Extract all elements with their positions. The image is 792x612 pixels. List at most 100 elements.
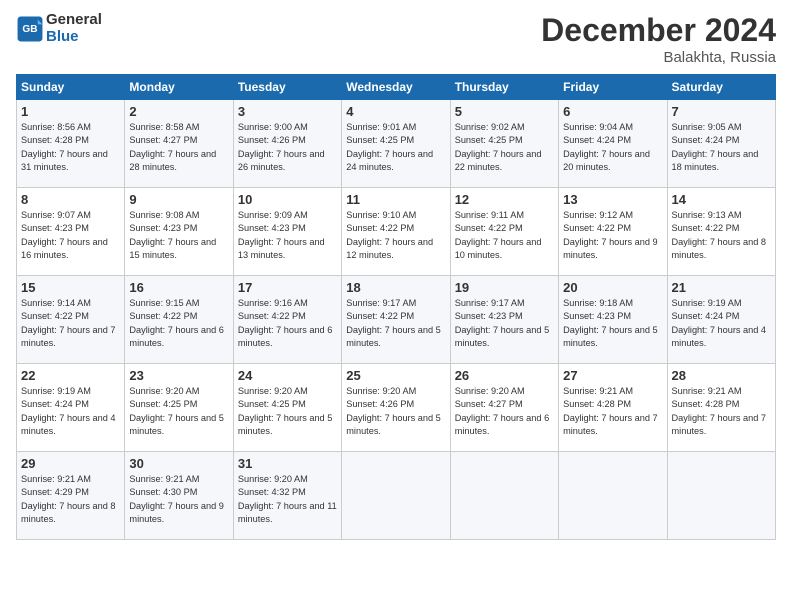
day-number: 8 (21, 192, 120, 207)
day-info: Sunrise: 9:20 AMSunset: 4:32 PMDaylight:… (238, 474, 337, 524)
month-title: December 2024 (541, 12, 776, 49)
day-cell: 25 Sunrise: 9:20 AMSunset: 4:26 PMDayligh… (342, 364, 450, 452)
day-info: Sunrise: 9:16 AMSunset: 4:22 PMDaylight:… (238, 298, 333, 348)
day-cell (450, 452, 558, 540)
day-cell: 29 Sunrise: 9:21 AMSunset: 4:29 PMDayligh… (17, 452, 125, 540)
day-info: Sunrise: 9:00 AMSunset: 4:26 PMDaylight:… (238, 122, 325, 172)
day-cell: 9 Sunrise: 9:08 AMSunset: 4:23 PMDaylight… (125, 188, 233, 276)
day-cell (667, 452, 775, 540)
day-cell: 1 Sunrise: 8:56 AMSunset: 4:28 PMDaylight… (17, 100, 125, 188)
day-info: Sunrise: 9:02 AMSunset: 4:25 PMDaylight:… (455, 122, 542, 172)
day-cell: 15 Sunrise: 9:14 AMSunset: 4:22 PMDayligh… (17, 276, 125, 364)
day-cell (559, 452, 667, 540)
day-info: Sunrise: 9:20 AMSunset: 4:25 PMDaylight:… (238, 386, 333, 436)
day-cell: 18Sunrise: 9:17 AMSunset: 4:22 PMDayligh… (342, 276, 450, 364)
logo-general: General (46, 12, 102, 29)
day-cell: 4 Sunrise: 9:01 AMSunset: 4:25 PMDaylight… (342, 100, 450, 188)
logo: GB General Blue (16, 12, 102, 45)
calendar-page: GB General Blue December 2024 Balakhta, … (0, 0, 792, 612)
day-info: Sunrise: 9:01 AMSunset: 4:25 PMDaylight:… (346, 122, 433, 172)
day-info: Sunrise: 9:20 AMSunset: 4:27 PMDaylight:… (455, 386, 550, 436)
col-monday: Monday (125, 75, 233, 100)
day-number: 23 (129, 368, 228, 383)
day-number: 2 (129, 104, 228, 119)
day-cell: 7Sunrise: 9:05 AMSunset: 4:24 PMDaylight… (667, 100, 775, 188)
day-number: 1 (21, 104, 120, 119)
day-cell: 28Sunrise: 9:21 AMSunset: 4:28 PMDayligh… (667, 364, 775, 452)
location: Balakhta, Russia (541, 49, 776, 66)
day-number: 9 (129, 192, 228, 207)
day-cell: 11Sunrise: 9:10 AMSunset: 4:22 PMDayligh… (342, 188, 450, 276)
day-cell: 27Sunrise: 9:21 AMSunset: 4:28 PMDayligh… (559, 364, 667, 452)
day-info: Sunrise: 9:21 AMSunset: 4:29 PMDaylight:… (21, 474, 116, 524)
day-number: 13 (563, 192, 662, 207)
day-info: Sunrise: 9:19 AMSunset: 4:24 PMDaylight:… (672, 298, 767, 348)
day-number: 26 (455, 368, 554, 383)
day-cell: 6 Sunrise: 9:04 AMSunset: 4:24 PMDaylight… (559, 100, 667, 188)
day-number: 7 (672, 104, 771, 119)
day-cell (342, 452, 450, 540)
logo-icon: GB (16, 15, 44, 43)
day-cell: 30 Sunrise: 9:21 AMSunset: 4:30 PMDayligh… (125, 452, 233, 540)
day-cell: 3Sunrise: 9:00 AMSunset: 4:26 PMDaylight… (233, 100, 341, 188)
day-number: 4 (346, 104, 445, 119)
day-cell: 24Sunrise: 9:20 AMSunset: 4:25 PMDayligh… (233, 364, 341, 452)
day-info: Sunrise: 9:07 AMSunset: 4:23 PMDaylight:… (21, 210, 108, 260)
day-info: Sunrise: 9:14 AMSunset: 4:22 PMDaylight:… (21, 298, 116, 348)
col-thursday: Thursday (450, 75, 558, 100)
day-info: Sunrise: 9:20 AMSunset: 4:26 PMDaylight:… (346, 386, 441, 436)
day-info: Sunrise: 9:21 AMSunset: 4:28 PMDaylight:… (672, 386, 767, 436)
day-info: Sunrise: 9:04 AMSunset: 4:24 PMDaylight:… (563, 122, 650, 172)
day-number: 19 (455, 280, 554, 295)
day-cell: 8 Sunrise: 9:07 AMSunset: 4:23 PMDaylight… (17, 188, 125, 276)
day-info: Sunrise: 9:10 AMSunset: 4:22 PMDaylight:… (346, 210, 433, 260)
day-number: 12 (455, 192, 554, 207)
logo-blue: Blue (46, 29, 102, 46)
day-info: Sunrise: 8:56 AMSunset: 4:28 PMDaylight:… (21, 122, 108, 172)
day-number: 6 (563, 104, 662, 119)
col-tuesday: Tuesday (233, 75, 341, 100)
day-number: 10 (238, 192, 337, 207)
day-cell: 10Sunrise: 9:09 AMSunset: 4:23 PMDayligh… (233, 188, 341, 276)
day-cell: 17 Sunrise: 9:16 AMSunset: 4:22 PMDayligh… (233, 276, 341, 364)
day-cell: 14 Sunrise: 9:13 AMSunset: 4:22 PMDayligh… (667, 188, 775, 276)
svg-text:GB: GB (22, 24, 37, 35)
day-cell: 21 Sunrise: 9:19 AMSunset: 4:24 PMDayligh… (667, 276, 775, 364)
day-number: 17 (238, 280, 337, 295)
week-row-1: 1 Sunrise: 8:56 AMSunset: 4:28 PMDaylight… (17, 100, 776, 188)
day-number: 29 (21, 456, 120, 471)
week-row-3: 15 Sunrise: 9:14 AMSunset: 4:22 PMDayligh… (17, 276, 776, 364)
day-number: 25 (346, 368, 445, 383)
day-cell: 5Sunrise: 9:02 AMSunset: 4:25 PMDaylight… (450, 100, 558, 188)
header: GB General Blue December 2024 Balakhta, … (16, 12, 776, 66)
day-info: Sunrise: 9:08 AMSunset: 4:23 PMDaylight:… (129, 210, 216, 260)
day-cell: 26 Sunrise: 9:20 AMSunset: 4:27 PMDayligh… (450, 364, 558, 452)
day-number: 20 (563, 280, 662, 295)
day-number: 31 (238, 456, 337, 471)
day-number: 16 (129, 280, 228, 295)
week-row-5: 29 Sunrise: 9:21 AMSunset: 4:29 PMDayligh… (17, 452, 776, 540)
day-info: Sunrise: 9:19 AMSunset: 4:24 PMDaylight:… (21, 386, 116, 436)
day-info: Sunrise: 9:20 AMSunset: 4:25 PMDaylight:… (129, 386, 224, 436)
col-sunday: Sunday (17, 75, 125, 100)
col-wednesday: Wednesday (342, 75, 450, 100)
day-cell: 12 Sunrise: 9:11 AMSunset: 4:22 PMDayligh… (450, 188, 558, 276)
title-block: December 2024 Balakhta, Russia (541, 12, 776, 66)
day-info: Sunrise: 9:13 AMSunset: 4:22 PMDaylight:… (672, 210, 767, 260)
day-number: 18 (346, 280, 445, 295)
day-number: 15 (21, 280, 120, 295)
day-info: Sunrise: 9:21 AMSunset: 4:30 PMDaylight:… (129, 474, 224, 524)
day-cell: 20Sunrise: 9:18 AMSunset: 4:23 PMDayligh… (559, 276, 667, 364)
day-info: Sunrise: 9:11 AMSunset: 4:22 PMDaylight:… (455, 210, 542, 260)
day-cell: 22Sunrise: 9:19 AMSunset: 4:24 PMDayligh… (17, 364, 125, 452)
day-cell: 13 Sunrise: 9:12 AMSunset: 4:22 PMDayligh… (559, 188, 667, 276)
col-saturday: Saturday (667, 75, 775, 100)
calendar-table: Sunday Monday Tuesday Wednesday Thursday… (16, 74, 776, 540)
day-number: 14 (672, 192, 771, 207)
day-number: 21 (672, 280, 771, 295)
day-cell: 23 Sunrise: 9:20 AMSunset: 4:25 PMDayligh… (125, 364, 233, 452)
day-info: Sunrise: 9:12 AMSunset: 4:22 PMDaylight:… (563, 210, 658, 260)
day-info: Sunrise: 9:21 AMSunset: 4:28 PMDaylight:… (563, 386, 658, 436)
week-row-4: 22Sunrise: 9:19 AMSunset: 4:24 PMDayligh… (17, 364, 776, 452)
day-number: 30 (129, 456, 228, 471)
